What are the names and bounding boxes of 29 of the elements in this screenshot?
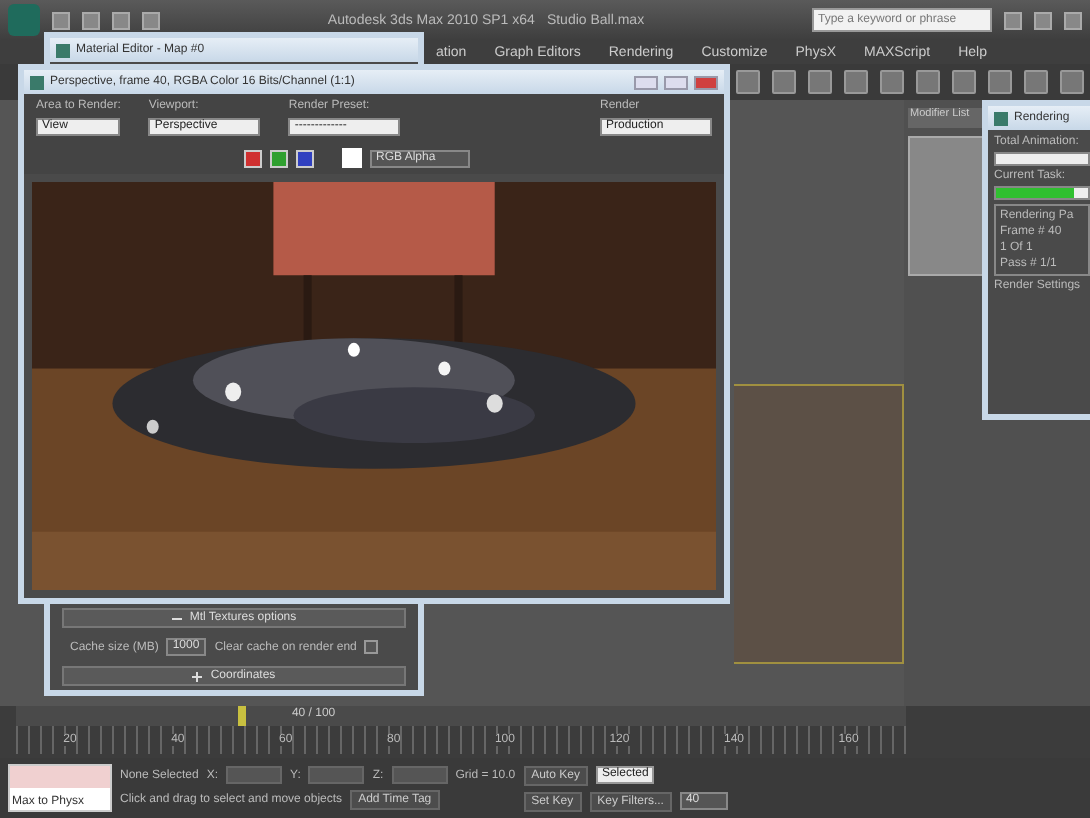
toolbar-icon[interactable] [988, 70, 1012, 94]
coord-field[interactable] [308, 766, 365, 784]
toolbar-icon[interactable] [1060, 70, 1084, 94]
minimize-button[interactable] [634, 75, 658, 89]
toolbar-icon[interactable] [736, 70, 760, 94]
toolbar-icon[interactable] [880, 70, 904, 94]
toolbar-icon[interactable] [772, 70, 796, 94]
time-slider-thumb[interactable] [238, 706, 247, 726]
toolbar-icon[interactable] [808, 70, 832, 94]
expand-icon [171, 613, 182, 623]
window-icon [56, 43, 70, 57]
window-icon [994, 111, 1008, 125]
window-icon [30, 75, 44, 89]
channel-toggle[interactable] [296, 149, 314, 167]
app-logo-icon[interactable] [8, 4, 40, 36]
toolbar-icon[interactable] [844, 70, 868, 94]
maximize-button[interactable] [664, 75, 688, 89]
color-swatch[interactable] [342, 148, 362, 168]
coord-field[interactable] [226, 766, 283, 784]
close-button[interactable] [694, 75, 718, 89]
toolbar-icon[interactable] [952, 70, 976, 94]
checkbox[interactable] [364, 640, 379, 654]
toolbar-icon[interactable] [1024, 70, 1048, 94]
channel-toggle[interactable] [270, 149, 288, 167]
toolbar-icon[interactable] [916, 70, 940, 94]
coord-field[interactable] [391, 766, 448, 784]
channel-toggle[interactable] [244, 149, 262, 167]
viewport[interactable] [734, 384, 904, 664]
expand-icon [192, 671, 203, 681]
